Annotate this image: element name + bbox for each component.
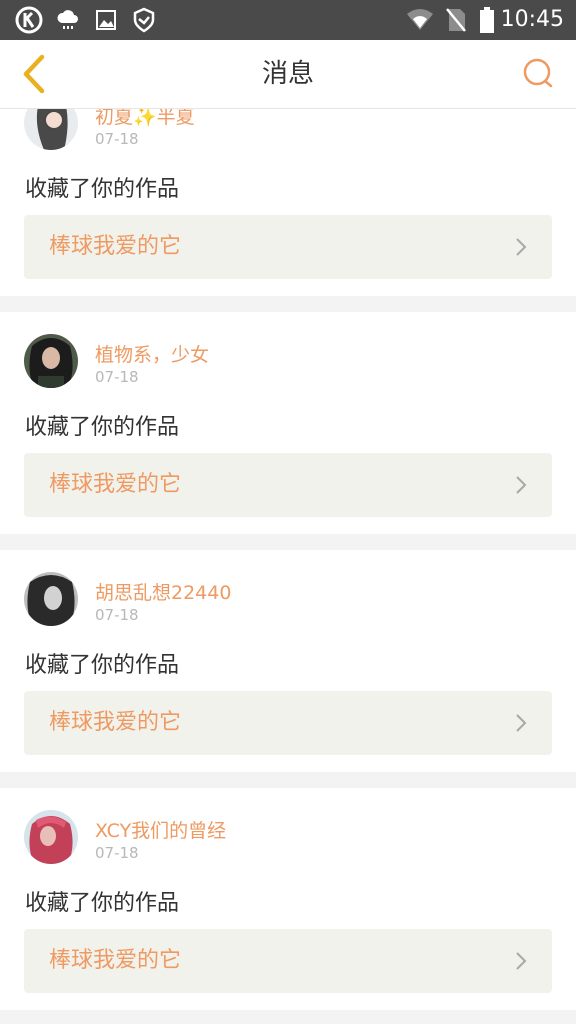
date: 07-18 bbox=[95, 844, 139, 862]
avatar[interactable] bbox=[24, 810, 78, 864]
status-time: 10:45 bbox=[500, 7, 564, 32]
username[interactable]: 初夏✨半夏 bbox=[95, 109, 195, 129]
battery-icon bbox=[478, 0, 496, 40]
work-title: 棒球我爱的它 bbox=[49, 234, 182, 259]
work-link[interactable]: 棒球我爱的它 bbox=[24, 691, 552, 755]
list-item: 初夏✨半夏 07-18 收藏了你的作品 棒球我爱的它 bbox=[0, 109, 576, 296]
wifi-icon bbox=[404, 0, 436, 40]
chevron-right-icon bbox=[516, 238, 527, 256]
action-text: 收藏了你的作品 bbox=[25, 177, 180, 202]
work-title: 棒球我爱的它 bbox=[49, 948, 182, 973]
action-text: 收藏了你的作品 bbox=[25, 653, 180, 678]
date: 07-18 bbox=[95, 130, 139, 148]
work-link[interactable]: 棒球我爱的它 bbox=[24, 929, 552, 993]
date: 07-18 bbox=[95, 368, 139, 386]
username[interactable]: 植物系，少女 bbox=[95, 340, 209, 367]
k-app-icon bbox=[12, 0, 46, 40]
chevron-right-icon bbox=[516, 952, 527, 970]
work-link[interactable]: 棒球我爱的它 bbox=[24, 453, 552, 517]
header-bar: 消息 bbox=[0, 40, 576, 109]
work-link[interactable]: 棒球我爱的它 bbox=[24, 215, 552, 279]
page-title: 消息 bbox=[261, 59, 314, 89]
date: 07-18 bbox=[95, 606, 139, 624]
no-sim-icon bbox=[444, 0, 468, 40]
avatar[interactable] bbox=[24, 572, 78, 626]
chevron-right-icon bbox=[516, 476, 527, 494]
action-text: 收藏了你的作品 bbox=[25, 891, 180, 916]
chevron-right-icon bbox=[516, 714, 527, 732]
back-button[interactable] bbox=[10, 48, 58, 100]
chevron-left-icon bbox=[23, 54, 45, 94]
search-button[interactable] bbox=[516, 52, 560, 96]
avatar[interactable] bbox=[24, 109, 78, 150]
work-title: 棒球我爱的它 bbox=[49, 710, 182, 735]
notification-list[interactable]: 初夏✨半夏 07-18 收藏了你的作品 棒球我爱的它 植物系，少女 07-18 … bbox=[0, 109, 576, 1024]
search-icon bbox=[523, 58, 553, 88]
avatar[interactable] bbox=[24, 334, 78, 388]
work-title: 棒球我爱的它 bbox=[49, 472, 182, 497]
image-icon bbox=[94, 0, 118, 40]
status-bar: 10:45 bbox=[0, 0, 576, 40]
list-item: XCY我们的曾经 07-18 收藏了你的作品 棒球我爱的它 bbox=[0, 788, 576, 1010]
list-item: 胡思乱想22440 07-18 收藏了你的作品 棒球我爱的它 bbox=[0, 550, 576, 772]
username[interactable]: XCY我们的曾经 bbox=[95, 816, 226, 843]
cloud-rain-icon bbox=[55, 0, 81, 40]
username[interactable]: 胡思乱想22440 bbox=[95, 578, 231, 605]
list-item: 植物系，少女 07-18 收藏了你的作品 棒球我爱的它 bbox=[0, 312, 576, 534]
action-text: 收藏了你的作品 bbox=[25, 415, 180, 440]
shield-check-icon bbox=[131, 0, 157, 40]
